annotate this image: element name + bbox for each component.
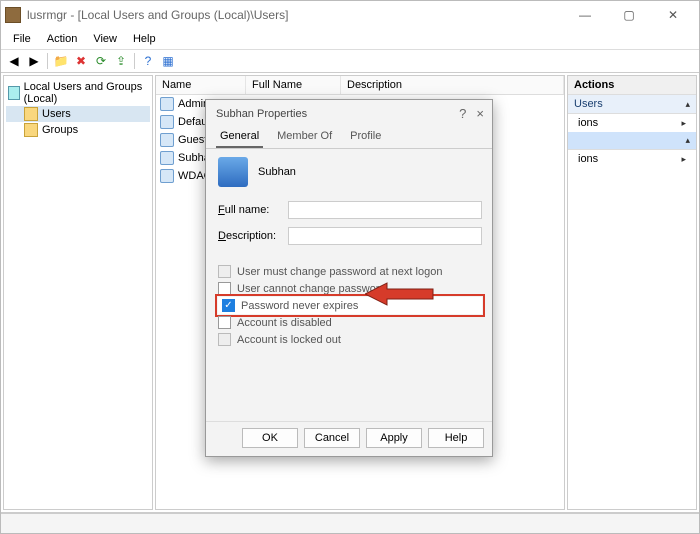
- actions-item-label: ions: [578, 153, 598, 165]
- chevron-right-icon: ▸: [681, 154, 686, 165]
- chevron-right-icon: ▸: [681, 118, 686, 129]
- checkbox-mustchange[interactable]: User must change password at next logon: [218, 263, 482, 280]
- app-icon: [5, 7, 21, 23]
- col-full[interactable]: Full Name: [246, 76, 341, 94]
- actions-item-label: ions: [578, 117, 598, 129]
- user-icon: [160, 151, 174, 165]
- menu-action[interactable]: Action: [39, 31, 86, 47]
- col-desc[interactable]: Description: [341, 76, 564, 94]
- checkbox-locked[interactable]: Account is locked out: [218, 331, 482, 348]
- menu-help[interactable]: Help: [125, 31, 164, 47]
- menu-view[interactable]: View: [85, 31, 125, 47]
- user-icon: [160, 133, 174, 147]
- actions-group-users[interactable]: Users ▴: [568, 95, 696, 114]
- tab-general[interactable]: General: [216, 127, 263, 148]
- statusbar: [1, 513, 699, 533]
- tree-item-groups[interactable]: Groups: [6, 122, 150, 138]
- checkbox-icon: [218, 333, 231, 346]
- folder-icon[interactable]: 📁: [52, 52, 70, 70]
- checkbox-icon: ✓: [222, 299, 235, 312]
- tree-item-users[interactable]: Users: [6, 106, 150, 122]
- close-button[interactable]: ✕: [651, 1, 695, 29]
- maximize-button[interactable]: ▢: [607, 1, 651, 29]
- cancel-button[interactable]: Cancel: [304, 428, 360, 448]
- tree-item-label: Users: [42, 108, 71, 120]
- folder-icon: [24, 107, 38, 121]
- dialog-help-icon[interactable]: ?: [459, 106, 466, 121]
- col-name[interactable]: Name: [156, 76, 246, 94]
- tab-profile[interactable]: Profile: [346, 127, 385, 148]
- tree-item-label: Groups: [42, 124, 78, 136]
- user-name: Subhan: [258, 166, 296, 178]
- minimize-button[interactable]: —: [563, 1, 607, 29]
- description-input[interactable]: [288, 227, 482, 245]
- folder-icon: [24, 123, 38, 137]
- forward-icon[interactable]: ▶: [25, 52, 43, 70]
- ok-button[interactable]: OK: [242, 428, 298, 448]
- checkbox-cannotchange[interactable]: User cannot change password: [218, 280, 482, 297]
- user-icon: [160, 169, 174, 183]
- dialog-tabs: General Member Of Profile: [206, 125, 492, 149]
- tree-pane: Local Users and Groups (Local) Users Gro…: [3, 75, 153, 510]
- actions-selected[interactable]: ▴: [568, 132, 696, 150]
- fullname-input[interactable]: [288, 201, 482, 219]
- checkbox-label: User cannot change password: [237, 283, 386, 295]
- collapse-icon: ▴: [685, 99, 690, 110]
- checkbox-neverexpires[interactable]: ✓ Password never expires: [218, 297, 482, 314]
- checkbox-label: Password never expires: [241, 300, 358, 312]
- checkbox-label: User must change password at next logon: [237, 266, 442, 278]
- list-header: Name Full Name Description: [156, 76, 564, 95]
- checkbox-icon: [218, 316, 231, 329]
- user-avatar-icon: [218, 157, 248, 187]
- collapse-icon: ▴: [685, 135, 690, 146]
- checkbox-icon: [218, 265, 231, 278]
- window-title: lusrmgr - [Local Users and Groups (Local…: [27, 8, 563, 22]
- user-icon: [160, 97, 174, 111]
- actions-group-label: Users: [574, 98, 603, 110]
- help-icon[interactable]: ?: [139, 52, 157, 70]
- help-button[interactable]: Help: [428, 428, 484, 448]
- export-icon[interactable]: ⇪: [112, 52, 130, 70]
- fullname-label: FFull name:ull name:: [218, 204, 288, 216]
- back-icon[interactable]: ◀: [5, 52, 23, 70]
- checkbox-icon: [218, 282, 231, 295]
- actions-pane: Actions Users ▴ ions ▸ ▴ ions ▸: [567, 75, 697, 510]
- titlebar: lusrmgr - [Local Users and Groups (Local…: [1, 1, 699, 29]
- menubar: File Action View Help: [1, 29, 699, 50]
- tree-root-label: Local Users and Groups (Local): [24, 81, 148, 105]
- menu-file[interactable]: File: [5, 31, 39, 47]
- actions-header: Actions: [568, 76, 696, 95]
- actions-item[interactable]: ions ▸: [568, 150, 696, 168]
- description-label: Description:: [218, 230, 288, 242]
- actions-item[interactable]: ions ▸: [568, 114, 696, 132]
- dialog-title: Subhan Properties: [216, 108, 307, 120]
- user-icon: [160, 115, 174, 129]
- apply-button[interactable]: Apply: [366, 428, 422, 448]
- tree-root[interactable]: Local Users and Groups (Local): [6, 80, 150, 106]
- details-icon[interactable]: ▦: [159, 52, 177, 70]
- checkbox-label: Account is locked out: [237, 334, 341, 346]
- toolbar: ◀ ▶ 📁 ✖ ⟳ ⇪ ? ▦: [1, 50, 699, 73]
- dialog-close-icon[interactable]: ×: [476, 106, 484, 121]
- tab-memberof[interactable]: Member Of: [273, 127, 336, 148]
- delete-icon[interactable]: ✖: [72, 52, 90, 70]
- mmc-icon: [8, 86, 20, 100]
- checkbox-label: Account is disabled: [237, 317, 332, 329]
- refresh-icon[interactable]: ⟳: [92, 52, 110, 70]
- properties-dialog: Subhan Properties ? × General Member Of …: [205, 99, 493, 457]
- checkbox-disabled[interactable]: Account is disabled: [218, 314, 482, 331]
